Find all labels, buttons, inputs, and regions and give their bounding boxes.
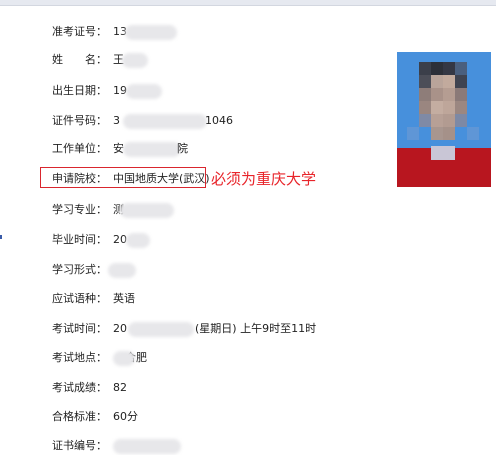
redaction-blur [108,263,136,278]
name-label: 姓 名： [52,53,107,66]
exam-language-value: 英语 [113,292,135,305]
redaction-blur [126,233,150,248]
major-label: 学习专业： [52,203,107,216]
exam-time-tail: (星期日) 上午9时至11时 [195,322,317,335]
applied-school-label: 申请院校： [52,172,107,185]
certificate-number-label: 证书编号： [52,439,107,452]
passing-standard-label: 合格标准： [52,410,107,423]
annotation-note: 必须为重庆大学 [211,170,317,188]
redaction-blur [126,84,162,99]
id-number-value: 3 [113,114,120,127]
birth-date-label: 出生日期： [52,84,107,97]
redaction-blur [123,142,181,157]
redaction-blur [123,114,207,129]
redaction-blur [113,439,181,454]
redaction-blur [113,351,135,366]
redaction-blur [125,25,177,40]
redaction-blur [128,322,194,337]
employer-label: 工作单位： [52,142,107,155]
applied-school-value: 中国地质大学(武汉) [113,172,210,185]
graduation-time-value: 20 [113,233,127,246]
applicant-photo [397,52,491,187]
exam-language-label: 应试语种： [52,292,107,305]
top-bar [0,0,496,6]
redaction-blur [122,53,148,68]
study-form-label: 学习形式： [52,263,107,276]
scroll-marker [0,235,2,239]
score-value: 82 [113,381,127,394]
employer-tail: 院 [177,142,188,155]
redaction-blur [120,203,174,218]
id-number-tail: 1046 [205,114,233,127]
score-label: 考试成绩： [52,381,107,394]
passing-standard-value: 60分 [113,410,138,423]
exam-id-label: 准考证号： [52,25,107,38]
id-number-label: 证件号码： [52,114,107,127]
exam-time-label: 考试时间： [52,322,107,335]
exam-time-value: 20 [113,322,127,335]
photo-collar [431,146,455,160]
exam-location-label: 考试地点： [52,351,107,364]
birth-date-value: 19 [113,84,127,97]
graduation-time-label: 毕业时间： [52,233,107,246]
